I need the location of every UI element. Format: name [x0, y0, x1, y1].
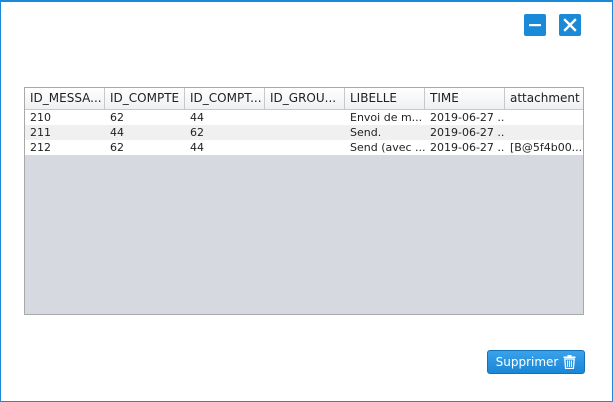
- table-cell: 211: [30, 126, 51, 139]
- table-cell: [505, 125, 583, 140]
- table-cell: 62: [110, 111, 124, 124]
- table-cell: 2019-06-27 ...: [430, 141, 505, 154]
- trash-icon: [563, 355, 576, 369]
- table-cell: 44: [190, 141, 204, 154]
- close-icon: [563, 18, 577, 32]
- column-header-attachment[interactable]: attachment: [505, 88, 583, 110]
- minimize-icon: [529, 24, 541, 27]
- table-cell: Envoi de m...: [350, 111, 423, 124]
- column-header-id-compte[interactable]: ID_COMPTE: [105, 88, 185, 110]
- table-cell: Send (avec ...: [350, 141, 425, 154]
- table-cell: 62: [190, 126, 204, 139]
- delete-button[interactable]: Supprimer: [487, 350, 585, 374]
- table-cell: 2019-06-27 ...: [430, 126, 505, 139]
- column-header-id-groupe[interactable]: ID_GROU...: [265, 88, 345, 110]
- table-cell: [265, 125, 345, 140]
- table-cell: [505, 110, 583, 125]
- table-header: ID_MESSA... ID_COMPTE ID_COMPT... ID_GRO…: [25, 88, 583, 110]
- table-row[interactable]: 212 62 44 Send (avec ... 2019-06-27 ... …: [25, 140, 583, 155]
- table-cell: Send.: [350, 126, 382, 139]
- table-cell: 212: [30, 141, 51, 154]
- table-row[interactable]: 210 62 44 Envoi de m... 2019-06-27 ...: [25, 110, 583, 125]
- table-cell: 44: [190, 111, 204, 124]
- table-cell: [265, 140, 345, 155]
- table-row[interactable]: 211 44 62 Send. 2019-06-27 ...: [25, 125, 583, 140]
- close-button[interactable]: [559, 14, 581, 36]
- column-header-id-message[interactable]: ID_MESSA...: [25, 88, 105, 110]
- table-cell: [B@5f4b00...: [510, 141, 583, 154]
- column-header-libelle[interactable]: LIBELLE: [345, 88, 425, 110]
- minimize-button[interactable]: [524, 14, 546, 36]
- table-cell: 210: [30, 111, 51, 124]
- table-cell: 62: [110, 141, 124, 154]
- table-cell: [265, 110, 345, 125]
- table-cell: 44: [110, 126, 124, 139]
- column-header-time[interactable]: TIME: [425, 88, 505, 110]
- table-cell: 2019-06-27 ...: [430, 111, 505, 124]
- column-header-id-compte-2[interactable]: ID_COMPT...: [185, 88, 265, 110]
- messages-table[interactable]: ID_MESSA... ID_COMPTE ID_COMPT... ID_GRO…: [24, 87, 584, 315]
- delete-button-label: Supprimer: [495, 355, 559, 369]
- app-window: ID_MESSA... ID_COMPTE ID_COMPT... ID_GRO…: [0, 0, 613, 402]
